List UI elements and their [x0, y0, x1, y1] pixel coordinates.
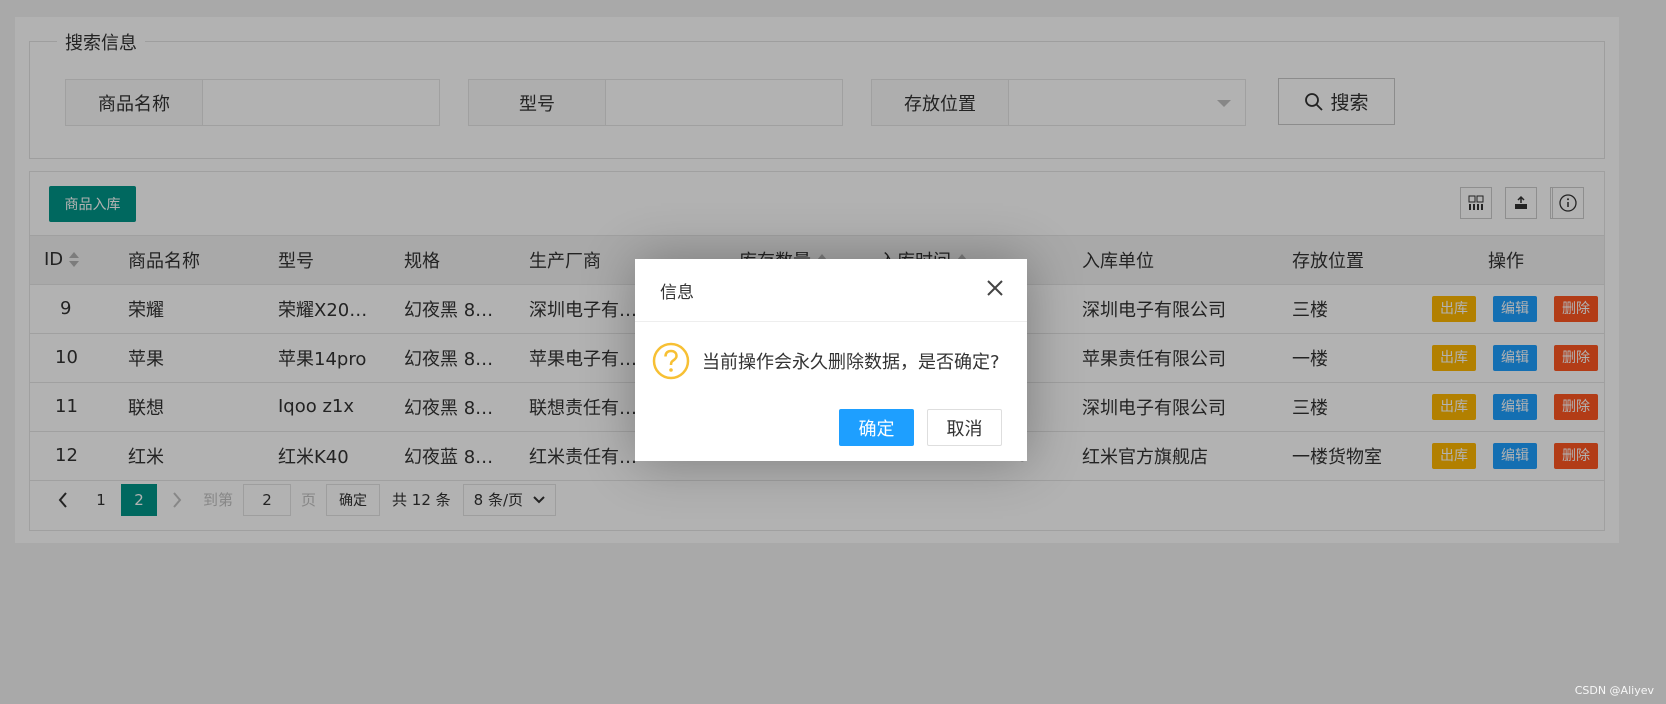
watermark: CSDN @Aliyev [1574, 684, 1654, 697]
close-icon[interactable] [983, 277, 1007, 301]
confirm-dialog: 信息 当前操作会永久删除数据，是否确定? 确定 取消 [635, 259, 1027, 461]
dialog-message: 当前操作会永久删除数据，是否确定? [702, 352, 1000, 373]
cancel-button[interactable]: 取消 [927, 409, 1002, 446]
dialog-actions: 确定 取消 [839, 409, 1002, 446]
confirm-button[interactable]: 确定 [839, 409, 914, 446]
dialog-header: 信息 [635, 259, 1027, 322]
question-icon [652, 342, 690, 380]
dialog-body: 当前操作会永久删除数据，是否确定? [652, 342, 1000, 380]
dialog-title: 信息 [660, 282, 694, 303]
